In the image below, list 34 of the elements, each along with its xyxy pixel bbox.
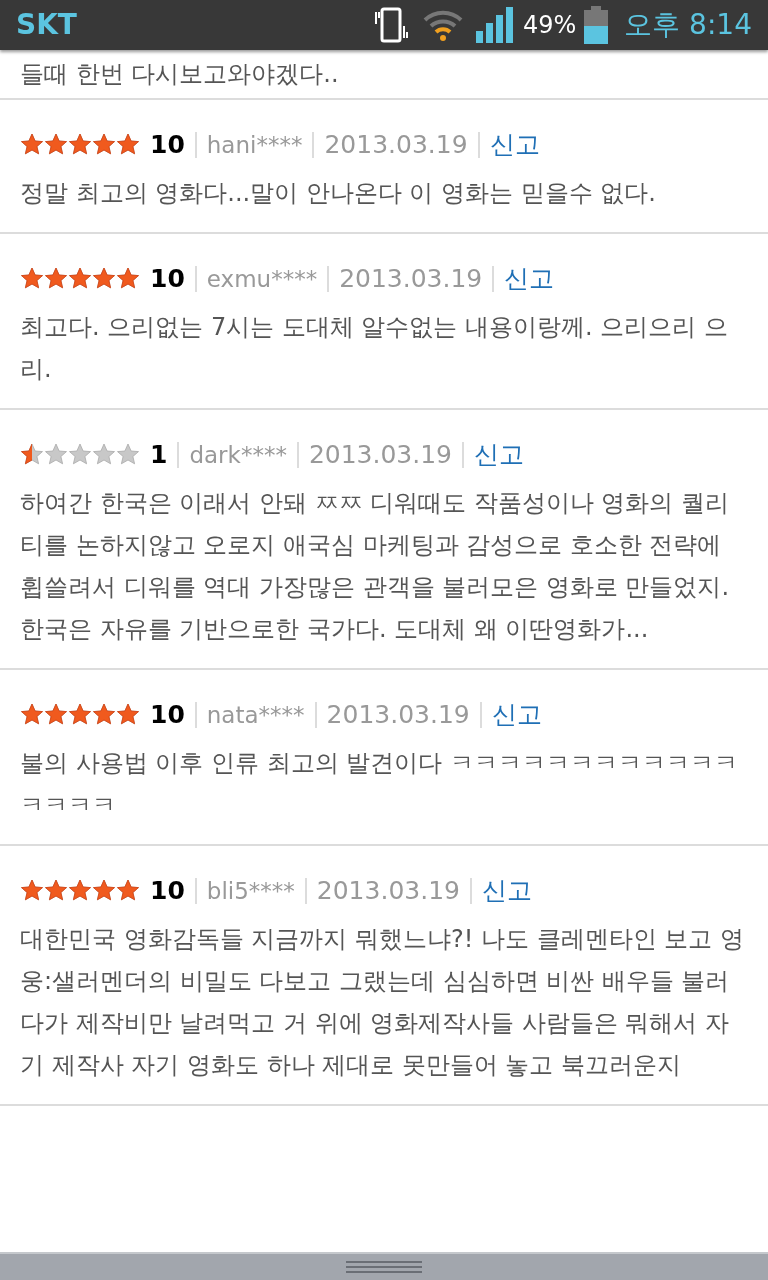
review-score: 10 <box>150 699 185 732</box>
drag-handle-icon[interactable] <box>346 1260 422 1274</box>
review-date: 2013.03.19 <box>308 439 453 472</box>
report-link[interactable]: 신고 <box>474 436 525 474</box>
review-score: 10 <box>150 875 185 908</box>
review-text: 하여간 한국은 이래서 안돼 ㅉㅉ 디워때도 작품성이나 영화의 퀄리티를 논하지않고 오로지 애국심 마케팅과 감성으로 호소한 전략에 휩쓸려서 디워를 역대 가장많은 관객을 불러모은 영화로 만들었지. 한국은 자유를 기반으로한 국가다. 도대체 왜 이딴영화가... <box>20 488 731 645</box>
clock: 오후 8:14 <box>624 7 752 43</box>
review-text: 불의 사용법 이후 인류 최고의 발견이다 ㅋㅋㅋㅋㅋㅋㅋㅋㅋㅋㅋㅋㅋㅋㅋㅋ <box>20 748 739 821</box>
carrier-name: SKT <box>16 7 77 43</box>
review-date: 2013.03.19 <box>326 699 470 732</box>
report-link[interactable]: 신고 <box>504 260 555 298</box>
user-id: exmu**** <box>206 264 318 294</box>
review-date: 2013.03.19 <box>339 263 483 296</box>
review-score: 10 <box>150 129 185 162</box>
review-date: 2013.03.19 <box>324 129 468 162</box>
report-link[interactable]: 신고 <box>489 126 540 164</box>
vibrate-icon <box>372 6 411 44</box>
user-id: hani**** <box>206 130 303 160</box>
review-text: 최고다. 으리없는 7시는 도대체 알수없는 내용이랑께. 으리으리 으리. <box>20 312 729 385</box>
review-date: 2013.03.19 <box>316 875 460 908</box>
review-text: 정말 최고의 영화다...말이 안나온다 이 영화는 믿을수 없다. <box>20 178 657 209</box>
review-score: 1 <box>150 439 168 472</box>
review-text: 대한민국 영화감독들 지금까지 뭐했느냐?! 나도 클레멘타인 보고 영웅:샐러멘더의 비밀도 다보고 그랬는데 심심하면 비싼 배우들 불러다가 제작비만 날려먹고 거 위에 영화제작사들 사람들은 뭐해서 자기 제작사 자기 영화도 하나 제대로 못만들어 놓고 북끄러운지 <box>20 924 745 1081</box>
review-score: 10 <box>150 263 185 296</box>
user-id: dark**** <box>189 440 287 470</box>
user-id: bli5**** <box>206 876 295 906</box>
wifi-icon <box>422 8 463 42</box>
battery-percent: 49% <box>522 10 577 41</box>
report-link[interactable]: 신고 <box>481 872 532 910</box>
battery-icon <box>584 6 609 44</box>
report-link[interactable]: 신고 <box>491 696 542 734</box>
review-text: 들때 한번 다시보고와야겠다.. <box>20 59 339 90</box>
user-id: nata**** <box>206 700 305 730</box>
signal-icon <box>474 7 515 43</box>
